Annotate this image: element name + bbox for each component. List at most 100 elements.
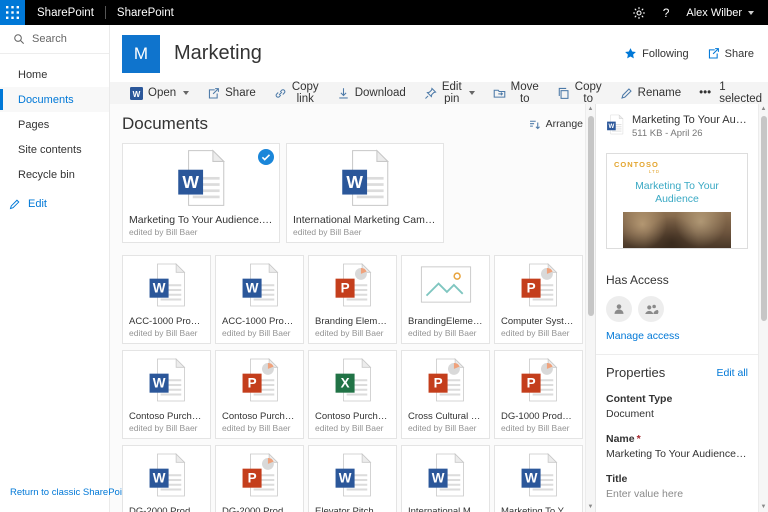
file-tile[interactable]: P DG-2000 Product Pit... edited by Bill … xyxy=(215,445,304,512)
svg-text:P: P xyxy=(340,280,349,295)
document-preview[interactable]: CONTOSO LTD Marketing To Your Audience xyxy=(606,153,748,249)
topbar-actions: ? Alex Wilber xyxy=(632,6,768,20)
selection-check-badge[interactable] xyxy=(258,149,274,165)
settings-gear-icon[interactable] xyxy=(632,6,646,20)
image-file-icon xyxy=(420,264,472,305)
file-edited-by: edited by Bill Baer xyxy=(222,328,297,338)
file-tile[interactable]: W ACC-1000 Product Sp... edited by Bill … xyxy=(122,255,211,344)
copy-to-button[interactable]: Copy to xyxy=(549,82,610,104)
gear-icon xyxy=(632,6,646,20)
person-icon[interactable] xyxy=(606,296,632,322)
documents-grid: W ACC-1000 Product Sp... edited by Bill … xyxy=(122,255,583,512)
file-tile[interactable]: W DG-2000 Product Ov... edited by Bill B… xyxy=(122,445,211,512)
download-icon xyxy=(337,87,350,100)
sidebar-item-label: Home xyxy=(18,69,47,81)
edit-all-link[interactable]: Edit all xyxy=(716,367,748,379)
file-tile[interactable]: W Elevator Pitch.docx edited by Bill Bae… xyxy=(308,445,397,512)
suite-brand[interactable]: SharePoint xyxy=(37,7,94,19)
svg-text:X: X xyxy=(340,375,349,390)
sidebar-item-pages[interactable]: Pages xyxy=(0,112,109,137)
sidebar-item-site-contents[interactable]: Site contents xyxy=(0,137,109,162)
file-tile[interactable]: W ACC-1000 Product Sp... edited by Bill … xyxy=(215,255,304,344)
file-tile[interactable]: X Contoso Purchasing ... edited by Bill … xyxy=(308,350,397,439)
file-tile[interactable]: P Computer Systems In... edited by Bill … xyxy=(494,255,583,344)
scroll-down-icon[interactable]: ▼ xyxy=(759,502,768,512)
return-to-classic-link[interactable]: Return to classic SharePoint xyxy=(10,487,130,498)
site-brand-link[interactable]: SharePoint xyxy=(117,7,174,19)
edit-navigation-button[interactable]: Edit xyxy=(0,191,109,216)
sidebar-item-recycle-bin[interactable]: Recycle bin xyxy=(0,162,109,187)
svg-text:W: W xyxy=(431,470,444,485)
following-button[interactable]: Following xyxy=(624,47,688,60)
access-avatars xyxy=(606,296,748,322)
sidebar-nav: Home Documents PagesSite contentsRecycle b… xyxy=(0,54,109,187)
file-tile[interactable]: P DG-1000 Product Ov... edited by Bill B… xyxy=(494,350,583,439)
word-file-icon: W xyxy=(147,452,187,498)
sidebar-item-documents[interactable]: Documents xyxy=(0,87,109,112)
contoso-logo: CONTOSO xyxy=(614,160,740,169)
app-launcher-icon[interactable] xyxy=(0,0,25,25)
scroll-up-icon[interactable]: ▲ xyxy=(759,104,768,114)
file-tile[interactable]: W Marketing To Your Audience.docx edited… xyxy=(122,143,280,243)
property-value[interactable]: Marketing To Your Audience.docx xyxy=(606,448,748,460)
search-input[interactable]: Search xyxy=(0,25,109,54)
command-label: Copy link xyxy=(292,81,319,105)
file-tile[interactable]: P Contoso Purchasing ... edited by Bill … xyxy=(215,350,304,439)
command-label: Download xyxy=(355,87,406,99)
scrollbar-thumb[interactable] xyxy=(588,116,594,316)
file-name: DG-2000 Product Ov... xyxy=(129,506,204,512)
manage-access-link[interactable]: Manage access xyxy=(606,330,680,342)
rename-button[interactable]: Rename xyxy=(612,82,689,104)
download-button[interactable]: Download xyxy=(329,82,414,104)
command-label: Move to xyxy=(511,81,539,105)
property-field: Title Enter value here xyxy=(606,473,748,500)
file-tile[interactable]: W International Marketi... edited by Bil… xyxy=(401,445,490,512)
property-value[interactable]: Document xyxy=(606,408,748,420)
scroll-down-icon[interactable]: ▼ xyxy=(586,502,595,512)
file-tile[interactable]: W International Marketing Campaigns.docx… xyxy=(286,143,444,243)
file-tile[interactable]: P Branding Elements.p... edited by Bill … xyxy=(308,255,397,344)
people-group-icon[interactable] xyxy=(638,296,664,322)
svg-text:P: P xyxy=(526,280,535,295)
property-value[interactable]: Enter value here xyxy=(606,488,748,500)
file-name: International Marketi... xyxy=(408,506,483,512)
edit-pin-button[interactable]: Edit pin xyxy=(416,82,483,104)
following-label: Following xyxy=(642,48,688,60)
copy-icon xyxy=(557,87,570,100)
file-tile[interactable]: BrandingElements.png edited by Bill Baer xyxy=(401,255,490,344)
contoso-logo-sub: LTD xyxy=(614,169,660,174)
svg-text:W: W xyxy=(152,470,165,485)
arrange-button[interactable]: Arrange xyxy=(528,118,583,131)
details-pane-scrollbar[interactable]: ▲ ▼ xyxy=(758,104,768,512)
arrange-label: Arrange xyxy=(546,118,583,130)
word-file-icon: W xyxy=(606,114,624,138)
scrollbar-thumb[interactable] xyxy=(761,116,767,321)
more-commands-button[interactable]: ••• xyxy=(691,82,719,104)
svg-text:W: W xyxy=(524,470,537,485)
file-tile[interactable]: P Cross Cultural Market... edited by Bil… xyxy=(401,350,490,439)
property-label: Content Type xyxy=(606,393,748,405)
site-logo[interactable]: M xyxy=(122,35,160,73)
file-tile[interactable]: W Contoso Purchasing ... edited by Bill … xyxy=(122,350,211,439)
file-name: DG-1000 Product Ov... xyxy=(501,411,576,422)
file-name: Branding Elements.p... xyxy=(315,316,390,327)
sidebar-item-label: Documents xyxy=(18,94,74,106)
scroll-up-icon[interactable]: ▲ xyxy=(586,104,595,114)
content-scrollbar[interactable]: ▲ ▼ xyxy=(585,104,595,512)
copy-link-button[interactable]: Copy link xyxy=(266,82,327,104)
file-edited-by: edited by Bill Baer xyxy=(293,227,437,237)
ppt-file-icon: P xyxy=(333,262,373,308)
help-button[interactable]: ? xyxy=(663,6,670,20)
open-button[interactable]: WOpen xyxy=(122,82,197,104)
share-button[interactable]: Share xyxy=(199,82,264,104)
preview-photo xyxy=(623,212,731,249)
move-to-button[interactable]: Move to xyxy=(485,82,547,104)
file-tile[interactable]: W Marketing To Your A... edited by Bill … xyxy=(494,445,583,512)
command-label: Rename xyxy=(638,87,681,99)
svg-text:W: W xyxy=(609,123,615,130)
share-site-button[interactable]: Share xyxy=(707,47,754,60)
sidebar-item-home[interactable]: Home xyxy=(0,62,109,87)
user-menu[interactable]: Alex Wilber xyxy=(686,7,754,19)
details-file-meta: 511 KB - April 26 xyxy=(632,128,748,139)
command-label: Copy to xyxy=(575,81,602,105)
